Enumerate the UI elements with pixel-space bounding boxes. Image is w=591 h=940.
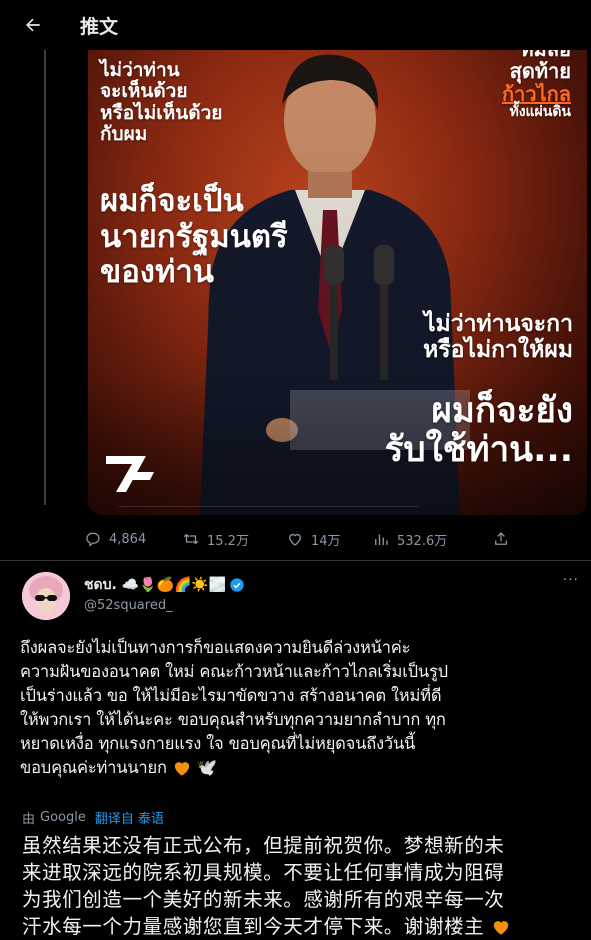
headline-left-big: ผมก็จะเป็น นายกรัฐมนตรี ของท่าน [100, 183, 288, 291]
retweet-icon [183, 534, 199, 544]
image-footnote: ........................................… [118, 503, 419, 509]
user-handle[interactable]: @52squared_ [84, 598, 173, 613]
retweet-button[interactable]: 15.2万 [182, 530, 286, 549]
page-title: 推文 [80, 15, 119, 38]
views-button[interactable]: 532.6万 [372, 530, 492, 549]
party-logo [106, 456, 154, 492]
translated-by: 由 Google 翻译自 泰语 [22, 808, 164, 827]
reply-count: 4,864 [109, 531, 147, 547]
reply-text-line: เป็นร่างแล้ว ขอ ให้ไม่มีอะไรมาขัดขวาง สร… [20, 686, 442, 705]
reply-button[interactable]: 4,864 [84, 530, 182, 548]
tweet-actions: 4,864 15.2万 14万 532.6万 [84, 526, 584, 552]
like-count: 14万 [311, 533, 341, 549]
translation-last-line: 汗水每一个力量感谢您直到今天才停下来。谢谢楼主 [22, 913, 588, 940]
arrow-left-icon[interactable] [22, 14, 44, 36]
views-chart-icon [375, 534, 388, 545]
reply-icon [86, 532, 100, 547]
reply-text-last-line: ขอบคุณค่ะท่านนายก 🕊️ [20, 756, 586, 780]
more-options-icon[interactable]: ··· [563, 572, 579, 588]
translation-line: 汗水每一个力量感谢您直到今天才停下来。谢谢楼主 [22, 915, 485, 938]
headline-right-mid: ไม่ว่าท่านจะกา หรือไม่กาให้ผม [423, 311, 573, 363]
top-bar: 推文 [0, 0, 591, 50]
avatar[interactable] [22, 572, 70, 620]
tweet-image[interactable]: ไม่ว่าท่าน จะเห็นด้วย หรือไม่เห็นด้วย กั… [88, 50, 587, 515]
like-button[interactable]: 14万 [286, 530, 372, 549]
retweet-count: 15.2万 [207, 533, 249, 549]
avatar-picture [22, 572, 70, 620]
reply-author[interactable]: ชดบ. ☁️🌷🍊🌈☀️🌫️ [84, 574, 245, 596]
thread-line [44, 50, 46, 505]
orange-heart-icon [174, 762, 189, 776]
reply-text-line: ให้พวกเรา ให้ได้นะคะ ขอบคุณสำหรับทุกความ… [20, 710, 446, 729]
reply-text-line: ถึงผลจะยังไม่เป็นทางการก็ขอแสดงความยินดี… [20, 638, 411, 657]
translation-source-link[interactable]: 翻译自 泰语 [95, 808, 164, 827]
display-name: ชดบ. ☁️🌷🍊🌈☀️🌫️ [84, 577, 227, 593]
translation-provider: Google [40, 810, 86, 825]
headline-right-top: ทีม่ลีอ สุดท้าย ก้าวไกล ทั้งแผ่นดิน [502, 50, 571, 121]
headline-right-big: ผมก็จะยัง รับใช้ท่าน... [384, 391, 573, 470]
share-button[interactable] [492, 530, 510, 548]
translated-prefix: 由 [22, 812, 36, 827]
headline-left-small: ไม่ว่าท่าน จะเห็นด้วย หรือไม่เห็นด้วย กั… [100, 59, 223, 145]
share-icon [495, 532, 507, 545]
dove-emoji: 🕊️ [196, 758, 218, 777]
translation-line: 来进取深远的院系初具规模。不要让任何事情成为阻碍 [22, 861, 505, 884]
reply-text-line: หยาดเหงื่อ ทุกแรงกายแรง ใจ ขอบคุณที่ไม่ห… [20, 734, 416, 753]
translation-line: 为我们创造一个美好的新未来。感谢所有的艰辛每一次 [22, 888, 505, 911]
views-count: 532.6万 [397, 533, 448, 549]
heart-outline-icon [289, 533, 301, 546]
verified-badge-icon [230, 578, 244, 592]
reply-text-line: ขอบคุณค่ะท่านนายก [20, 758, 167, 777]
translation-line: 虽然结果还没有正式公布，但提前祝贺你。梦想新的未 [22, 834, 505, 857]
orange-heart-icon [494, 921, 509, 935]
reply-text: ถึงผลจะยังไม่เป็นทางการก็ขอแสดงความยินดี… [20, 636, 586, 780]
divider [0, 560, 591, 561]
reply-text-line: ความฝันของอนาคต ใหม่ คณะก้าวหน้าและก้าวไ… [20, 662, 448, 681]
translation-text: 虽然结果还没有正式公布，但提前祝贺你。梦想新的未 来进取深远的院系初具规模。不要… [22, 832, 588, 940]
